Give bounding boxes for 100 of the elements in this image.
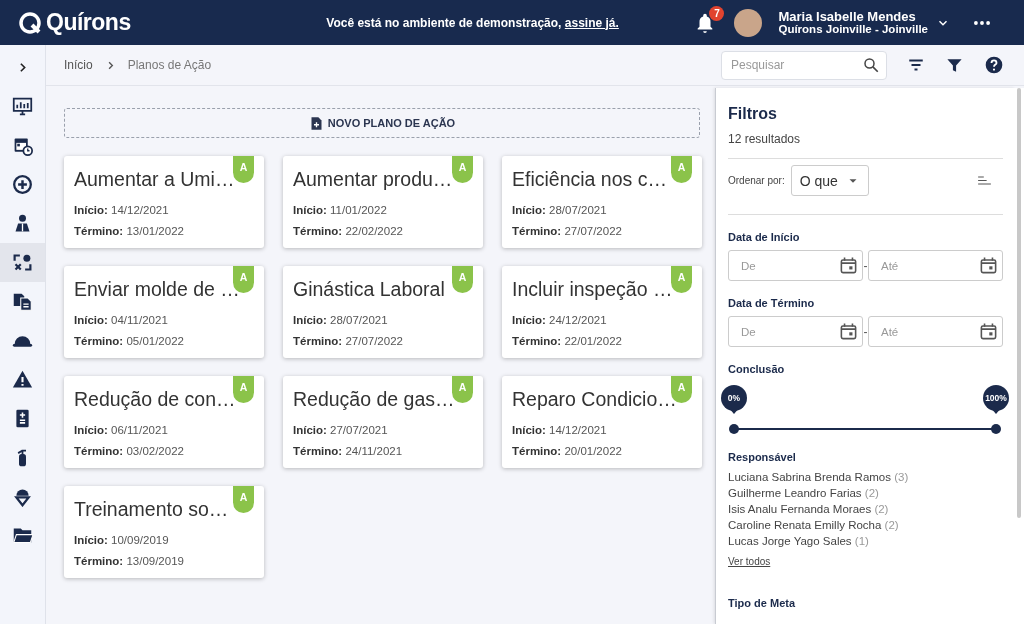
range-separator: -: [863, 324, 868, 339]
scrollbar-thumb[interactable]: [1017, 88, 1021, 518]
monitor-chart-icon: [12, 96, 33, 117]
section-title: Tipo de Meta: [728, 597, 796, 609]
breadcrumb-current: Planos de Ação: [127, 58, 212, 72]
value-pin: 100%: [983, 385, 1009, 411]
subscribe-link[interactable]: assine já.: [564, 15, 619, 30]
filters-title: Filtros: [728, 105, 777, 123]
end-date: Término: 27/07/2022: [293, 334, 403, 349]
avatar[interactable]: [734, 8, 763, 37]
status-badge: A: [233, 486, 254, 513]
section-title: Data de Início: [728, 231, 800, 243]
calendar-icon: [839, 322, 858, 341]
sidebar-item[interactable]: [0, 243, 45, 282]
end-date: Término: 22/01/2022: [512, 334, 622, 349]
section-title: Responsável: [728, 451, 796, 463]
demo-notice: Você está no ambiente de demonstração, assine já.: [326, 15, 619, 30]
end-date: Término: 27/07/2022: [512, 224, 622, 239]
start-date: Início: 28/07/2021: [512, 203, 607, 218]
start-date: Início: 27/07/2021: [293, 423, 388, 438]
end-date: Término: 24/11/2021: [293, 444, 403, 459]
start-date: Início: 04/11/2021: [74, 313, 168, 328]
section-title: Data de Término: [728, 297, 815, 309]
status-badge: A: [671, 376, 692, 403]
plan-card[interactable]: Treinamento so… Início: 10/09/2019 Término: 13/09/2019 A: [64, 486, 264, 578]
end-date: Término: 22/02/2022: [293, 224, 403, 239]
plan-title: Aumentar a Umi…: [74, 168, 235, 191]
status-badge: A: [671, 156, 692, 183]
results-count: 12 resultados: [728, 132, 801, 146]
date-field[interactable]: Até: [868, 250, 1003, 281]
status-badge: A: [671, 266, 692, 293]
status-badge: A: [452, 156, 473, 183]
documents-icon: [12, 291, 33, 312]
notification-count: 7: [709, 5, 725, 21]
plan-title: Eficiência nos c…: [512, 168, 667, 191]
responsible-filter-item[interactable]: Isis Analu Fernanda Moraes (2): [728, 501, 889, 517]
breadcrumb-link[interactable]: Início: [64, 58, 93, 72]
status-badge: A: [233, 376, 254, 403]
end-date: Término: 03/02/2022: [74, 444, 184, 459]
plan-card[interactable]: Aumentar produ… Início: 11/01/2022 Término: 22/02/2022 A: [283, 156, 483, 248]
responsible-filter-item[interactable]: Lucas Jorge Yago Sales (1): [728, 533, 869, 549]
start-date: Início: 11/01/2022: [293, 203, 387, 218]
end-date: Término: 13/09/2019: [74, 554, 184, 569]
plan-title: Treinamento so…: [74, 498, 229, 521]
see-all-link[interactable]: Ver todos: [728, 556, 771, 567]
status-badge: A: [233, 266, 254, 293]
add-circle-icon: [12, 174, 33, 195]
slider-thumb[interactable]: [729, 424, 739, 434]
more-icon[interactable]: [974, 20, 990, 25]
plan-card[interactable]: Redução de gas… Início: 27/07/2021 Término: 24/11/2021 A: [283, 376, 483, 468]
plan-title: Redução de con…: [74, 388, 236, 411]
status-badge: A: [452, 266, 473, 293]
calendar-icon: [979, 322, 998, 341]
search-icon: [862, 56, 880, 74]
search-input[interactable]: Pesquisar: [729, 57, 862, 73]
date-field[interactable]: De: [728, 316, 863, 347]
start-date: Início: 28/07/2021: [293, 313, 388, 328]
start-date: Início: 10/09/2019: [74, 533, 169, 548]
calendar-icon: [979, 256, 998, 275]
user-unit: Quírons Joinville - Joinville: [778, 22, 928, 36]
range-separator: -: [863, 258, 868, 273]
warning-icon: [12, 369, 33, 390]
sort-select[interactable]: O que: [790, 165, 869, 196]
end-date: Término: 13/01/2022: [74, 224, 184, 239]
plan-card[interactable]: Enviar molde de … Início: 04/11/2021 Término: 05/01/2022 A: [64, 266, 264, 358]
plan-title: Ginástica Laboral: [293, 278, 445, 301]
responsible-filter-item[interactable]: Guilherme Leandro Farias (2): [728, 485, 879, 501]
plan-title: Incluir inspeção …: [512, 278, 673, 301]
plan-card[interactable]: Aumentar a Umi… Início: 14/12/2021 Término: 13/01/2022 A: [64, 156, 264, 248]
end-date: Término: 05/01/2022: [74, 334, 184, 349]
help-icon: [984, 55, 1004, 75]
responsible-filter-item[interactable]: Luciana Sabrina Brenda Ramos (3): [728, 469, 909, 485]
plan-title: Aumentar produ…: [293, 168, 453, 191]
date-field[interactable]: Até: [868, 316, 1003, 347]
plan-title: Redução de gas…: [293, 388, 455, 411]
sort-label: Ordenar por:: [728, 175, 785, 186]
plan-card[interactable]: Redução de con… Início: 06/11/2021 Término: 03/02/2022 A: [64, 376, 264, 468]
plan-card[interactable]: Ginástica Laboral Início: 28/07/2021 Término: 27/07/2022 A: [283, 266, 483, 358]
status-badge: A: [452, 376, 473, 403]
start-date: Início: 14/12/2021: [512, 423, 607, 438]
logo-text: Quírons: [46, 9, 131, 36]
plan-card[interactable]: Eficiência nos c… Início: 28/07/2021 Término: 27/07/2022 A: [502, 156, 702, 248]
shapes-icon: [12, 252, 33, 273]
start-date: Início: 06/11/2021: [74, 423, 168, 438]
start-date: Início: 14/12/2021: [74, 203, 169, 218]
new-plan-button[interactable]: NOVO PLANO DE AÇÃO: [64, 108, 700, 138]
end-date: Término: 20/01/2022: [512, 444, 622, 459]
plan-card[interactable]: Reparo Condicio… Início: 14/12/2021 Término: 20/01/2022 A: [502, 376, 702, 468]
status-badge: A: [233, 156, 254, 183]
logo-icon: [18, 10, 42, 35]
value-pin: 0%: [721, 385, 747, 411]
section-title: Conclusão: [728, 363, 785, 375]
user-name: Maria Isabelle Mendes: [778, 9, 917, 23]
start-date: Início: 24/12/2021: [512, 313, 607, 328]
calendar-icon: [839, 256, 858, 275]
date-field[interactable]: De: [728, 250, 863, 281]
plan-card[interactable]: Incluir inspeção … Início: 24/12/2021 Término: 22/01/2022 A: [502, 266, 702, 358]
search-field[interactable]: Pesquisar: [721, 50, 887, 80]
slider-thumb[interactable]: [991, 424, 1001, 434]
responsible-filter-item[interactable]: Caroline Renata Emilly Rocha (2): [728, 517, 899, 533]
